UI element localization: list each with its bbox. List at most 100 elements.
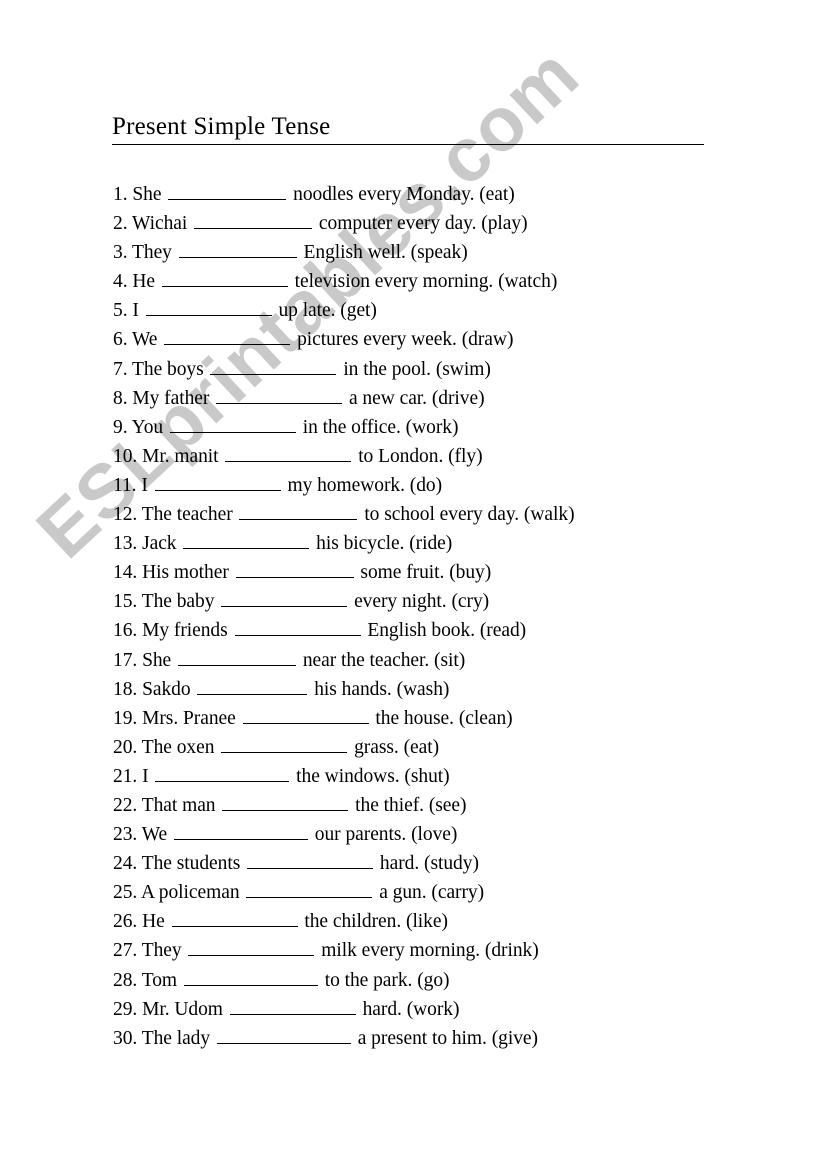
exercise-verb-cue: (love) (411, 824, 458, 846)
exercise-number: 22. (113, 794, 138, 816)
exercise-verb-cue: (like) (406, 911, 448, 933)
exercise-predicate: pictures every week. (297, 329, 457, 351)
exercise-number: 17. (113, 649, 138, 671)
exercise-subject: Tom (141, 969, 178, 991)
answer-blank[interactable] (239, 503, 358, 521)
exercise-item: 23. We our parents. (love) (113, 820, 813, 849)
exercise-item: 25. A policeman a gun. (carry) (113, 878, 813, 907)
answer-blank[interactable] (222, 794, 349, 811)
answer-blank[interactable] (221, 736, 348, 753)
exercise-item: 11. I my homework. (do) (113, 471, 813, 500)
worksheet-content: Present Simple Tense 1. She noodles ever… (0, 0, 821, 1169)
title-block: Present Simple Tense (112, 112, 704, 145)
exercise-subject: You (131, 416, 164, 438)
exercise-number: 2. (113, 213, 128, 235)
answer-blank[interactable] (169, 416, 296, 433)
exercise-item: 26. He the children. (like) (113, 907, 813, 936)
page-title: Present Simple Tense (112, 113, 331, 140)
answer-blank[interactable] (188, 939, 315, 957)
exercise-item: 12. The teacher to school every day. (wa… (113, 500, 813, 529)
exercise-subject: A policeman (140, 882, 240, 904)
answer-blank[interactable] (225, 445, 352, 462)
answer-blank[interactable] (197, 678, 308, 695)
exercise-item: 21. I the windows. (shut) (113, 762, 813, 791)
answer-blank[interactable] (171, 910, 298, 928)
exercise-number: 4. (113, 271, 128, 293)
exercise-item: 27. They milk every morning. (drink) (113, 936, 813, 965)
worksheet-page: ESLprintables.com Present Simple Tense 1… (0, 0, 821, 1169)
exercise-number: 9. (113, 416, 128, 438)
exercise-verb-cue: (give) (491, 1027, 538, 1049)
answer-blank[interactable] (234, 619, 361, 637)
exercise-number: 23. (113, 824, 138, 846)
exercise-verb-cue: (fly) (448, 445, 483, 467)
exercise-subject: The boys (132, 358, 204, 380)
answer-blank[interactable] (216, 1027, 351, 1044)
exercise-number: 24. (113, 853, 138, 875)
exercise-number: 14. (113, 562, 138, 584)
exercise-subject: They (141, 940, 182, 962)
exercise-number: 26. (113, 911, 138, 933)
answer-blank[interactable] (164, 328, 291, 346)
exercise-subject: She (132, 184, 162, 205)
exercise-verb-cue: (study) (424, 853, 479, 875)
answer-blank[interactable] (183, 532, 310, 550)
answer-blank[interactable] (221, 590, 348, 608)
exercise-subject: We (141, 824, 168, 846)
exercise-subject: That man (141, 794, 216, 816)
answer-blank[interactable] (229, 998, 356, 1015)
answer-blank[interactable] (246, 881, 373, 899)
exercise-item: 16. My friends English book. (read) (113, 616, 813, 645)
exercise-subject: Mr. manit (142, 445, 219, 467)
answer-blank[interactable] (154, 474, 281, 491)
exercise-subject: The students (141, 853, 241, 875)
exercise-predicate: English book. (367, 620, 476, 642)
exercise-predicate: every night. (354, 591, 447, 613)
exercise-number: 20. (113, 736, 138, 758)
exercise-subject: Mr. Udom (142, 998, 223, 1020)
exercise-predicate: grass. (354, 736, 399, 758)
answer-blank[interactable] (183, 969, 318, 986)
exercise-item: 19. Mrs. Pranee the house. (clean) (113, 704, 813, 733)
exercise-subject: The teacher (141, 504, 233, 526)
answer-blank[interactable] (210, 358, 337, 375)
exercise-number: 3. (113, 242, 128, 264)
exercise-verb-cue: (buy) (449, 562, 492, 584)
exercise-item: 3. They English well. (speak) (113, 238, 813, 267)
exercise-subject: The oxen (141, 736, 215, 758)
exercise-number: 7. (113, 358, 128, 380)
answer-blank[interactable] (216, 387, 343, 404)
exercise-subject: The baby (141, 591, 215, 613)
exercise-predicate: to the park. (324, 969, 413, 991)
answer-blank[interactable] (235, 561, 354, 579)
answer-blank[interactable] (161, 270, 288, 288)
exercise-predicate: a present to him. (357, 1027, 487, 1049)
answer-blank[interactable] (168, 183, 287, 200)
exercise-predicate: a new car. (349, 387, 427, 409)
answer-blank[interactable] (242, 707, 369, 724)
exercise-number: 19. (113, 707, 138, 729)
exercise-verb-cue: (eat) (479, 184, 515, 205)
exercise-predicate: to school every day. (364, 504, 520, 526)
answer-blank[interactable] (178, 649, 296, 666)
exercise-subject: My father (132, 387, 210, 409)
exercise-predicate: English well. (303, 242, 406, 264)
exercise-verb-cue: (clean) (458, 707, 513, 729)
exercise-number: 8. (113, 387, 128, 409)
exercise-subject: They (132, 242, 172, 264)
answer-blank[interactable] (194, 212, 313, 230)
answer-blank[interactable] (173, 823, 308, 841)
answer-blank[interactable] (145, 299, 272, 317)
exercise-number: 25. (113, 882, 138, 904)
exercise-subject: I (132, 300, 139, 322)
exercise-number: 18. (113, 678, 138, 700)
exercise-verb-cue: (carry) (431, 882, 485, 904)
answer-blank[interactable] (178, 241, 297, 259)
exercise-predicate: hard. (379, 853, 420, 875)
exercise-item: 30. The lady a present to him. (give) (113, 1024, 813, 1053)
exercise-verb-cue: (ride) (409, 533, 453, 555)
answer-blank[interactable] (247, 852, 374, 870)
exercise-predicate: the thief. (355, 794, 424, 816)
answer-blank[interactable] (155, 765, 290, 782)
exercise-number: 15. (113, 591, 138, 613)
